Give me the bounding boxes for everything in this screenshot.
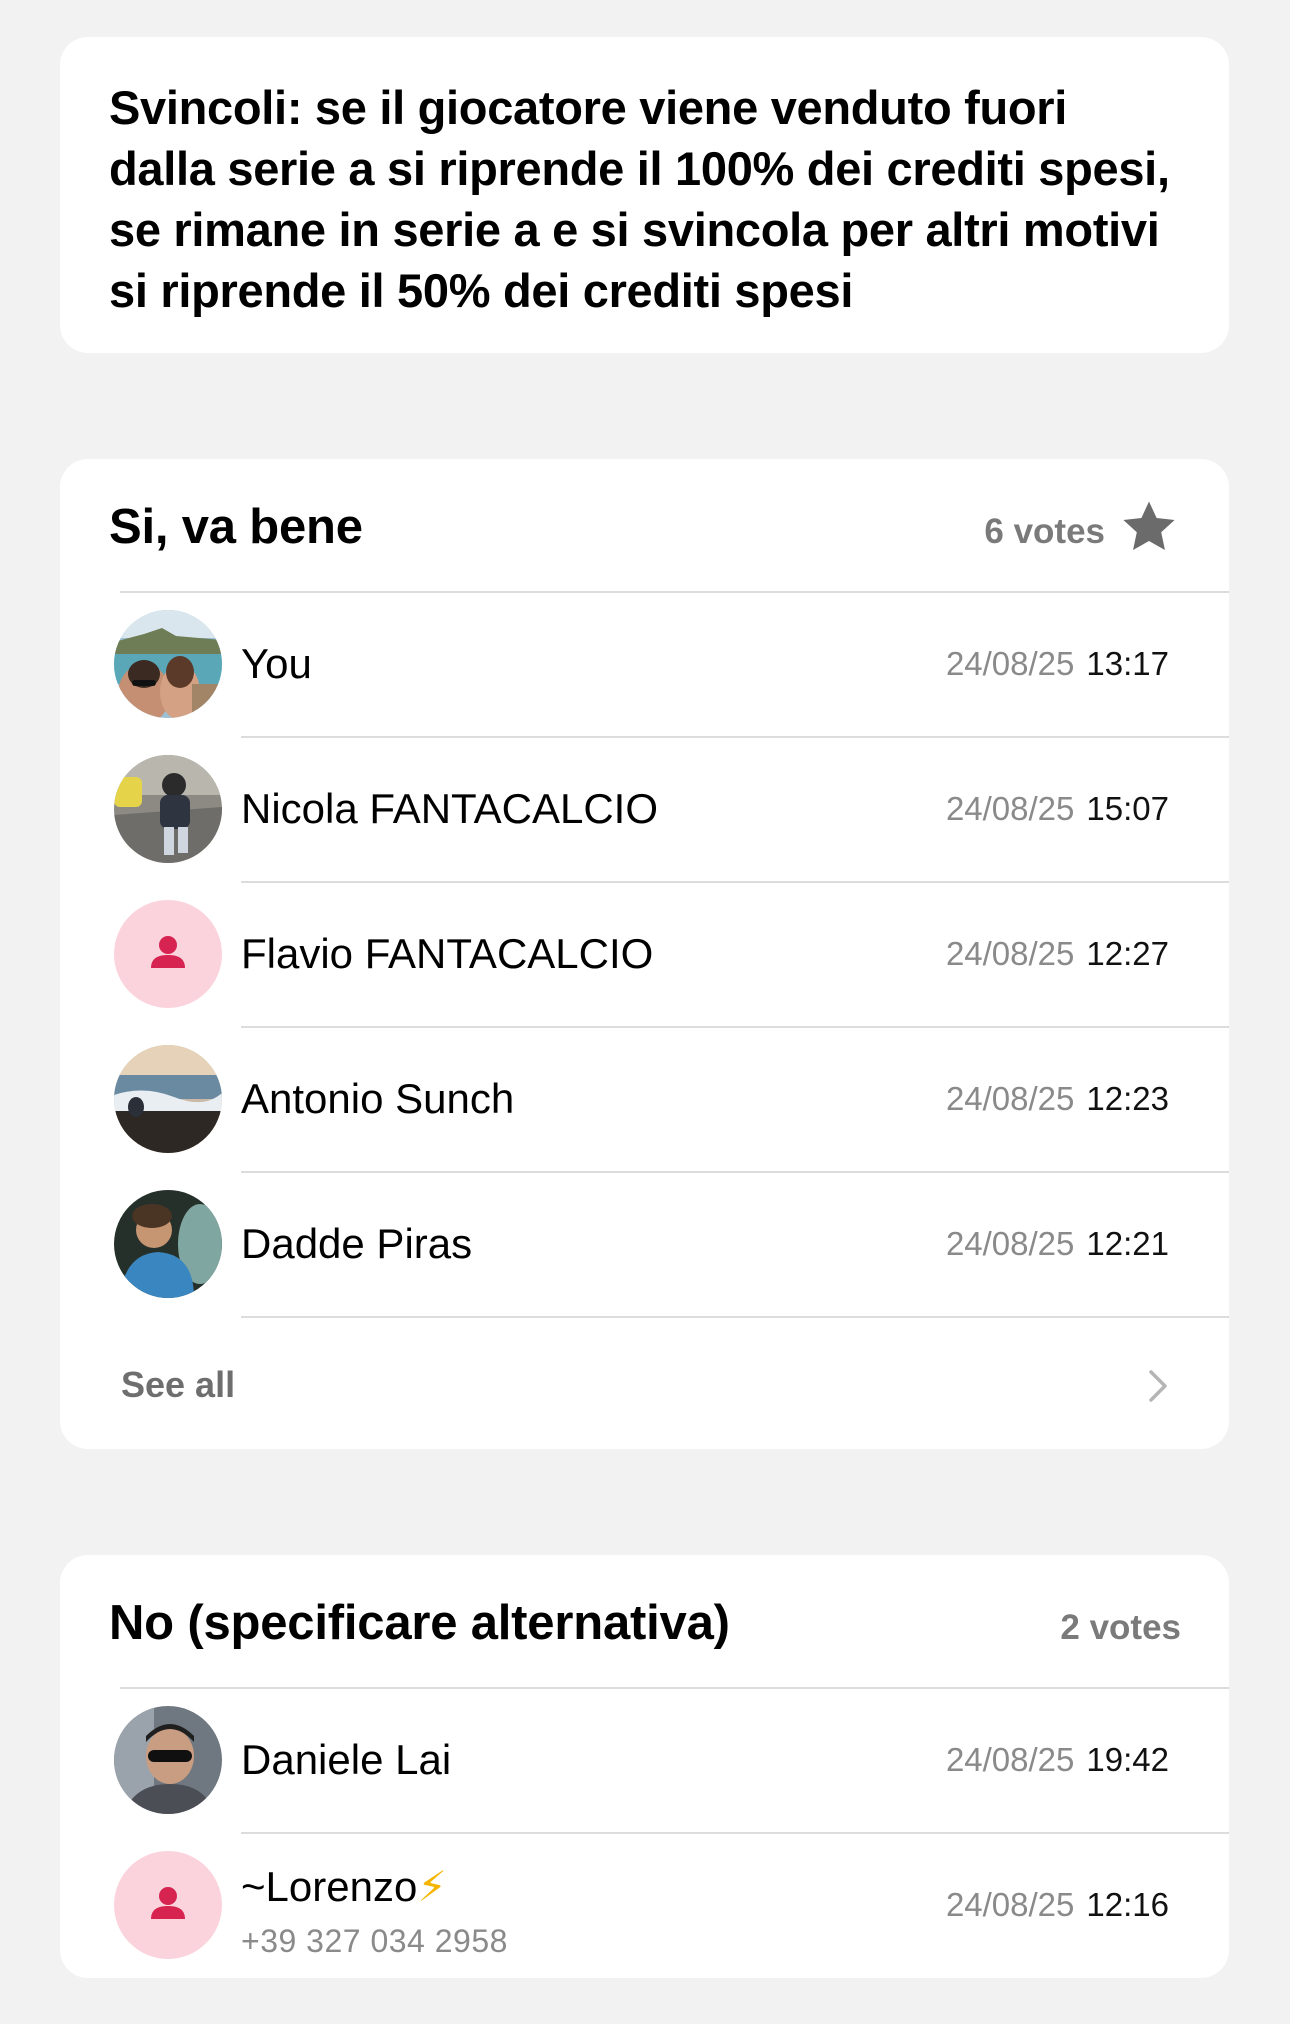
vote-date: 24/08/25 — [945, 790, 1075, 827]
vote-date: 24/08/25 — [945, 1080, 1075, 1117]
poll-option-title: Si, va bene — [109, 500, 363, 554]
vote-date: 24/08/25 — [945, 1225, 1075, 1262]
voter-name: Flavio FANTACALCIO — [241, 930, 654, 977]
vote-date: 24/08/25 — [945, 1886, 1075, 1923]
default-person-icon — [114, 900, 222, 1008]
poll-option-card-si: Si, va bene 6 votes You 24/08/25 13:17 N… — [60, 459, 1229, 1449]
avatar — [114, 1045, 222, 1153]
voter-row[interactable]: Flavio FANTACALCIO 24/08/25 12:27 — [60, 882, 1229, 1028]
voter-name: You — [241, 640, 312, 687]
vote-timestamp: 24/08/25 12:23 — [946, 1080, 1169, 1118]
avatar — [114, 1851, 222, 1959]
vote-time: 19:42 — [1086, 1741, 1169, 1778]
see-all-button[interactable]: See all — [60, 1319, 1229, 1449]
default-person-icon — [114, 1851, 222, 1959]
vote-time: 15:07 — [1086, 790, 1169, 827]
voter-row[interactable]: You 24/08/25 13:17 — [60, 592, 1229, 738]
voter-name-line: ~Lorenzo⚡ — [241, 1863, 447, 1911]
poll-question-card: Svincoli: se il giocatore viene venduto … — [60, 37, 1229, 353]
voter-name: Daniele Lai — [241, 1736, 452, 1783]
poll-option-vote-count: 2 votes — [1060, 1608, 1181, 1647]
poll-option-header: Si, va bene 6 votes — [60, 459, 1229, 593]
poll-option-header: No (specificare alternativa) 2 votes — [60, 1555, 1229, 1689]
voter-name: Antonio Sunch — [241, 1075, 515, 1122]
voter-row[interactable]: Daniele Lai 24/08/25 19:42 — [60, 1688, 1229, 1834]
vote-time: 12:23 — [1086, 1080, 1169, 1117]
vote-date: 24/08/25 — [945, 1741, 1075, 1778]
divider — [241, 1316, 1229, 1318]
vote-time: 12:21 — [1086, 1225, 1169, 1262]
avatar — [114, 610, 222, 718]
voter-name: Nicola FANTACALCIO — [241, 785, 658, 832]
avatar — [114, 900, 222, 1008]
vote-time: 12:27 — [1086, 935, 1169, 972]
voter-row[interactable]: Antonio Sunch 24/08/25 12:23 — [60, 1027, 1229, 1173]
chevron-right-icon — [1149, 1370, 1167, 1402]
vote-timestamp: 24/08/25 12:27 — [946, 935, 1169, 973]
poll-option-vote-count: 6 votes — [984, 512, 1105, 551]
vote-timestamp: 24/08/25 15:07 — [946, 790, 1169, 828]
voter-row[interactable]: ~Lorenzo⚡ +39 327 034 2958 24/08/25 12:16 — [60, 1833, 1229, 1978]
vote-time: 13:17 — [1086, 645, 1169, 682]
vote-date: 24/08/25 — [945, 645, 1075, 682]
avatar — [114, 1706, 222, 1814]
vote-timestamp: 24/08/25 12:16 — [946, 1886, 1169, 1924]
vote-time: 12:16 — [1086, 1886, 1169, 1923]
voter-name: ~Lorenzo — [241, 1863, 418, 1910]
lightning-emoji: ⚡ — [417, 1863, 447, 1910]
poll-option-card-no: No (specificare alternativa) 2 votes Dan… — [60, 1555, 1229, 1978]
voter-row[interactable]: Dadde Piras 24/08/25 12:21 — [60, 1172, 1229, 1318]
see-all-label: See all — [121, 1364, 236, 1405]
avatar — [114, 1190, 222, 1298]
voter-phone: +39 327 034 2958 — [241, 1923, 508, 1959]
vote-date: 24/08/25 — [945, 935, 1075, 972]
voter-row[interactable]: Nicola FANTACALCIO 24/08/25 15:07 — [60, 737, 1229, 883]
poll-option-title: No (specificare alternativa) — [109, 1596, 730, 1650]
avatar — [114, 755, 222, 863]
vote-timestamp: 24/08/25 12:21 — [946, 1225, 1169, 1263]
vote-timestamp: 24/08/25 13:17 — [946, 645, 1169, 683]
star-icon — [1123, 501, 1175, 550]
voter-name: Dadde Piras — [241, 1220, 473, 1267]
poll-question-text: Svincoli: se il giocatore viene venduto … — [109, 81, 1170, 317]
vote-timestamp: 24/08/25 19:42 — [946, 1741, 1169, 1779]
